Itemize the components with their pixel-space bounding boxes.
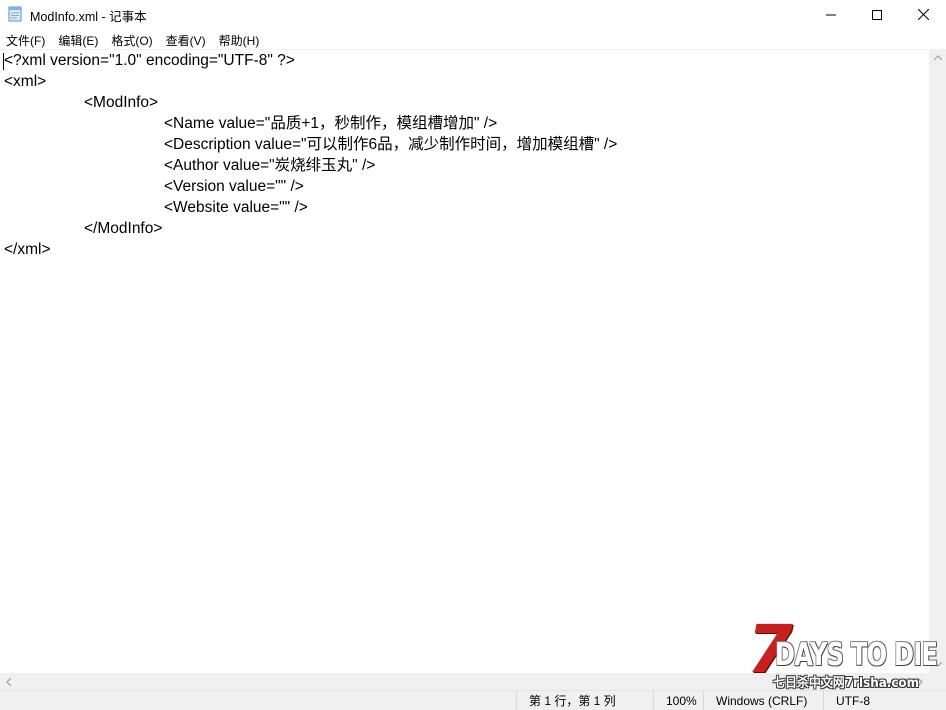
minimize-button[interactable] bbox=[808, 0, 854, 29]
editor-line: <Website value="" /> bbox=[164, 199, 308, 216]
watermark-subtitle: 七日杀中文网7rlsha.com bbox=[773, 676, 920, 691]
watermark-title: DAYS TO DIE bbox=[775, 637, 938, 673]
vertical-scrollbar[interactable] bbox=[929, 49, 946, 673]
cursor-position: 第 1 行，第 1 列 bbox=[516, 691, 616, 710]
chevron-up-icon bbox=[933, 55, 942, 60]
window-title: ModInfo.xml - 记事本 bbox=[30, 10, 147, 24]
zoom-level: 100% bbox=[653, 691, 697, 710]
editor-line: <Version value="" /> bbox=[164, 178, 304, 195]
scroll-up-button[interactable] bbox=[929, 49, 946, 66]
watermark-logo: 7 DAYS TO DIE 七日杀中文网7rlsha.com bbox=[745, 617, 940, 695]
scroll-left-button[interactable] bbox=[0, 673, 17, 690]
text-editor[interactable]: <?xml version="1.0" encoding="UTF-8" ?> … bbox=[0, 49, 929, 673]
minimize-icon bbox=[826, 14, 836, 15]
close-button[interactable] bbox=[900, 0, 946, 29]
editor-line: <Description value="可以制作6品，减少制作时间，增加模组槽"… bbox=[164, 136, 618, 153]
editor-line: <?xml version="1.0" encoding="UTF-8" ?> bbox=[4, 52, 295, 69]
chevron-left-icon bbox=[6, 677, 11, 686]
maximize-button[interactable] bbox=[854, 0, 900, 29]
close-icon bbox=[917, 9, 929, 20]
maximize-icon bbox=[872, 9, 882, 20]
menu-edit[interactable]: 编辑(E) bbox=[52, 29, 105, 49]
editor-line: <Name value="品质+1，秒制作，模组槽增加" /> bbox=[164, 115, 498, 132]
menu-bar: 文件(F) 编辑(E) 格式(O) 查看(V) 帮助(H) bbox=[0, 29, 946, 49]
editor-line: </ModInfo> bbox=[84, 220, 163, 237]
title-bar: ModInfo.xml - 记事本 bbox=[0, 0, 946, 29]
editor-line: <ModInfo> bbox=[84, 94, 159, 111]
editor-line: <Author value="炭烧绯玉丸" /> bbox=[164, 157, 376, 174]
editor-line: <xml> bbox=[4, 73, 47, 90]
menu-format[interactable]: 格式(O) bbox=[105, 29, 159, 49]
menu-file[interactable]: 文件(F) bbox=[0, 29, 52, 49]
menu-help[interactable]: 帮助(H) bbox=[213, 29, 267, 49]
notepad-icon bbox=[8, 6, 22, 22]
editor-line: </xml> bbox=[4, 241, 51, 258]
menu-view[interactable]: 查看(V) bbox=[160, 29, 213, 49]
